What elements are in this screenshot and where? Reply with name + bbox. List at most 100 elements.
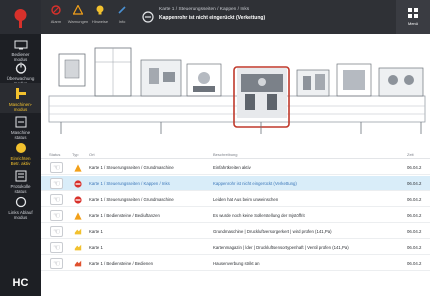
hand-icon: ☜ (53, 259, 61, 268)
sidebar-item-label: Maschine status (10, 130, 31, 140)
acknowledge-button[interactable]: ☜ (50, 178, 63, 189)
hand-icon: ☜ (53, 179, 61, 188)
row-date: 06.04.2 (407, 261, 422, 266)
alarm-stop-icon (51, 5, 61, 15)
row-location: Karte 1 / Steuerungsseiten / Grundmaschi… (89, 197, 174, 202)
sidebar-item-label: Protokolle status (10, 184, 31, 194)
menu-label: Menü (407, 21, 418, 26)
hand-icon: ☜ (53, 163, 61, 172)
row-location: Karte 1 / Bediensteine / Bediuftanzen (89, 213, 160, 218)
sidebar-item-sequence[interactable]: Links Ablauf modus (0, 196, 41, 220)
error-icon (74, 196, 82, 204)
column-header[interactable]: Beschreibung (213, 152, 237, 157)
acknowledge-button[interactable]: ☜ (50, 194, 63, 205)
sidebar-item-label: Einrichten Betr. aktiv (10, 156, 31, 166)
status-icon (15, 116, 26, 128)
row-description: Grundmaschine | Druckluftversorgerkert |… (213, 229, 332, 234)
row-date: 06.04.2 (407, 229, 422, 234)
machine-schematic (48, 47, 426, 134)
acknowledge-button[interactable]: ☜ (50, 210, 63, 221)
sidebar: Bediener modus Überwachung modus Maschin… (0, 0, 41, 296)
table-row[interactable]: ☜ Karte 1 / Bediensteine / Bediuftanzen … (41, 208, 430, 223)
current-message[interactable]: Karte 1 / Steuerungsseiten / Kappen / In… (159, 7, 399, 27)
table-row[interactable]: ☜ Karte 1 Grundmaschine | Druckluftverso… (41, 224, 430, 239)
row-date: 06.04.2 (407, 165, 422, 170)
row-description: Es wurde noch keine Sollerstellung der I… (213, 213, 305, 218)
sidebar-item-label: Maschinen- modus (8, 102, 33, 112)
acknowledge-button[interactable]: ☜ (50, 242, 63, 253)
table-row[interactable]: ☜ Karte 1 / Steuerungsseiten / Kappen / … (41, 176, 430, 191)
hand-icon: ☜ (53, 227, 61, 236)
hand-hint-icon (74, 244, 82, 251)
row-description: Einfahrtkreiten aktiv (213, 165, 251, 170)
acknowledge-button[interactable]: ☜ (50, 162, 63, 173)
sidebar-item-machine-status[interactable]: Maschine status (0, 116, 41, 140)
row-description: Leiden hat Aus beim unweinschen (213, 197, 279, 202)
column-header[interactable]: Zeit (407, 152, 414, 157)
alarm-filter-hints[interactable]: Hinweise (89, 0, 111, 34)
alarm-filter-label: Hinweise (91, 19, 109, 24)
table-row[interactable]: ☜ Karte 1 / Steuerungsseiten / Grundmasc… (41, 160, 430, 175)
row-date: 06.04.2 (407, 245, 422, 250)
column-header[interactable]: Typ (72, 152, 78, 157)
alarm-filter-label: Alarm (50, 19, 62, 24)
row-date: 06.04.2 (407, 181, 422, 186)
row-date: 06.04.2 (407, 213, 422, 218)
sidebar-item-machine-mode[interactable]: Maschinen- modus (0, 83, 41, 113)
acknowledge-button[interactable]: ☜ (50, 226, 63, 237)
current-alarm-text: Kappenrohr ist nicht eingerückt (Verkett… (159, 15, 266, 21)
error-icon (74, 180, 82, 188)
alarm-filter-info[interactable]: Info (111, 0, 133, 34)
hand-hint-icon (74, 228, 82, 235)
power-icon (15, 62, 26, 74)
lightbulb-icon (96, 5, 104, 15)
alarm-table: Status Typ Ort Beschreibung Zeit ☜ Karte… (41, 148, 430, 296)
alarm-filter-label: Warnungen (67, 19, 89, 24)
top-bar: Alarm Warnungen Hinweise Info Karte 1 / … (41, 0, 430, 34)
hand-icon: ☜ (53, 195, 61, 204)
column-header[interactable]: Ort (89, 152, 95, 157)
hand-icon: ☜ (53, 243, 61, 252)
hand-icon: ☜ (53, 211, 61, 220)
company-logo: HC (12, 277, 29, 289)
table-row[interactable]: ☜ Karte 1 / Steuerungsseiten / Grundmasc… (41, 192, 430, 207)
machine-overview-drawing[interactable] (41, 34, 430, 144)
row-location: Karte 1 / Steuerungsseiten / Kappen / In… (89, 181, 170, 186)
column-header[interactable]: Status (49, 152, 60, 157)
sidebar-item-label: Bediener modus (11, 52, 30, 62)
row-description: Kappenrohr ist nicht eingerückt (Verkett… (213, 181, 297, 186)
row-date: 06.04.2 (407, 197, 422, 202)
sidebar-item-operator[interactable]: Bediener modus (0, 40, 41, 62)
row-location: Karte 1 / Bediensteine / Bedienen (89, 261, 154, 266)
table-row[interactable]: ☜ Karte 1 Kartenmagazin | lder | Drucklu… (41, 240, 430, 255)
sidebar-item-protocol[interactable]: Protokolle status (0, 170, 41, 194)
emergency-stop-icon (14, 9, 27, 28)
row-location: Karte 1 (89, 229, 103, 234)
menu-button[interactable]: Menü (396, 0, 430, 34)
row-location: Karte 1 (89, 245, 103, 250)
warning-icon (74, 212, 82, 220)
alarm-circle-icon (142, 11, 154, 23)
machine-mode-icon (15, 88, 26, 99)
sidebar-item-label: Links Ablauf modus (8, 210, 33, 220)
wrench-icon (118, 6, 126, 14)
row-description: Hausenverbung strikt an (213, 261, 260, 266)
list-icon (15, 170, 26, 182)
warning-icon (74, 164, 82, 172)
acknowledge-button[interactable]: ☜ (50, 258, 63, 269)
breadcrumb: Karte 1 / Steuerungsseiten / Kappen / In… (159, 7, 250, 12)
row-location: Karte 1 / Steuerungsseiten / Grundmaschi… (89, 165, 174, 170)
sidebar-item-setup[interactable]: Einrichten Betr. aktiv (0, 142, 41, 166)
hand-hint-icon (74, 260, 82, 267)
warning-icon (72, 4, 84, 15)
row-description: Kartenmagazin | lder | Druckluftsensorty… (213, 245, 349, 250)
bulb-icon (15, 143, 26, 153)
alarm-filter-warnings[interactable]: Warnungen (67, 0, 89, 34)
table-row[interactable]: ☜ Karte 1 / Bediensteine / Bedienen Haus… (41, 256, 430, 271)
refresh-icon (15, 196, 26, 208)
screen-icon (14, 40, 27, 50)
emergency-stop-button[interactable] (0, 0, 41, 34)
table-header: Status Typ Ort Beschreibung Zeit (41, 148, 430, 159)
alarm-filter-errors[interactable]: Alarm (45, 0, 67, 34)
alarm-filter-label: Info (118, 19, 126, 24)
